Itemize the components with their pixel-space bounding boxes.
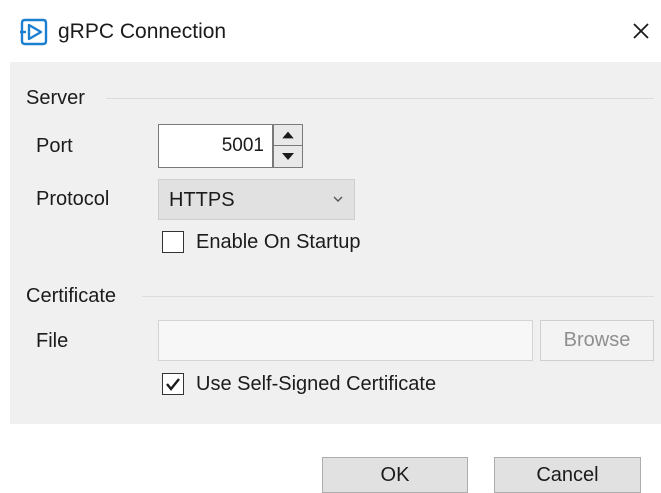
port-input[interactable] <box>158 124 273 168</box>
protocol-select[interactable]: HTTPS <box>158 179 355 220</box>
chevron-down-icon <box>333 196 343 202</box>
enable-on-startup-label[interactable]: Enable On Startup <box>196 230 361 254</box>
certificate-section-title: Certificate <box>26 285 117 307</box>
window-title: gRPC Connection <box>58 20 227 43</box>
use-self-signed-checkbox[interactable] <box>162 373 184 395</box>
port-spinner <box>273 124 303 168</box>
protocol-selected-value: HTTPS <box>169 189 235 211</box>
close-icon[interactable] <box>626 16 656 46</box>
spin-down-icon[interactable] <box>274 146 302 167</box>
title-bar: gRPC Connection <box>0 0 661 62</box>
certificate-section-divider <box>142 296 654 297</box>
checkmark-icon <box>166 378 180 391</box>
certificate-file-input[interactable] <box>158 320 533 361</box>
cancel-button[interactable]: Cancel <box>494 457 641 493</box>
spin-up-icon[interactable] <box>274 125 302 146</box>
ok-button[interactable]: OK <box>322 457 468 493</box>
browse-button[interactable]: Browse <box>540 320 654 361</box>
server-section-title: Server <box>26 87 85 109</box>
port-label: Port <box>36 135 73 157</box>
grpc-app-icon <box>20 18 48 46</box>
use-self-signed-label[interactable]: Use Self-Signed Certificate <box>196 372 436 396</box>
protocol-label: Protocol <box>36 188 110 210</box>
file-label: File <box>36 330 69 352</box>
server-section-divider <box>106 98 654 99</box>
enable-on-startup-checkbox[interactable] <box>162 231 184 253</box>
